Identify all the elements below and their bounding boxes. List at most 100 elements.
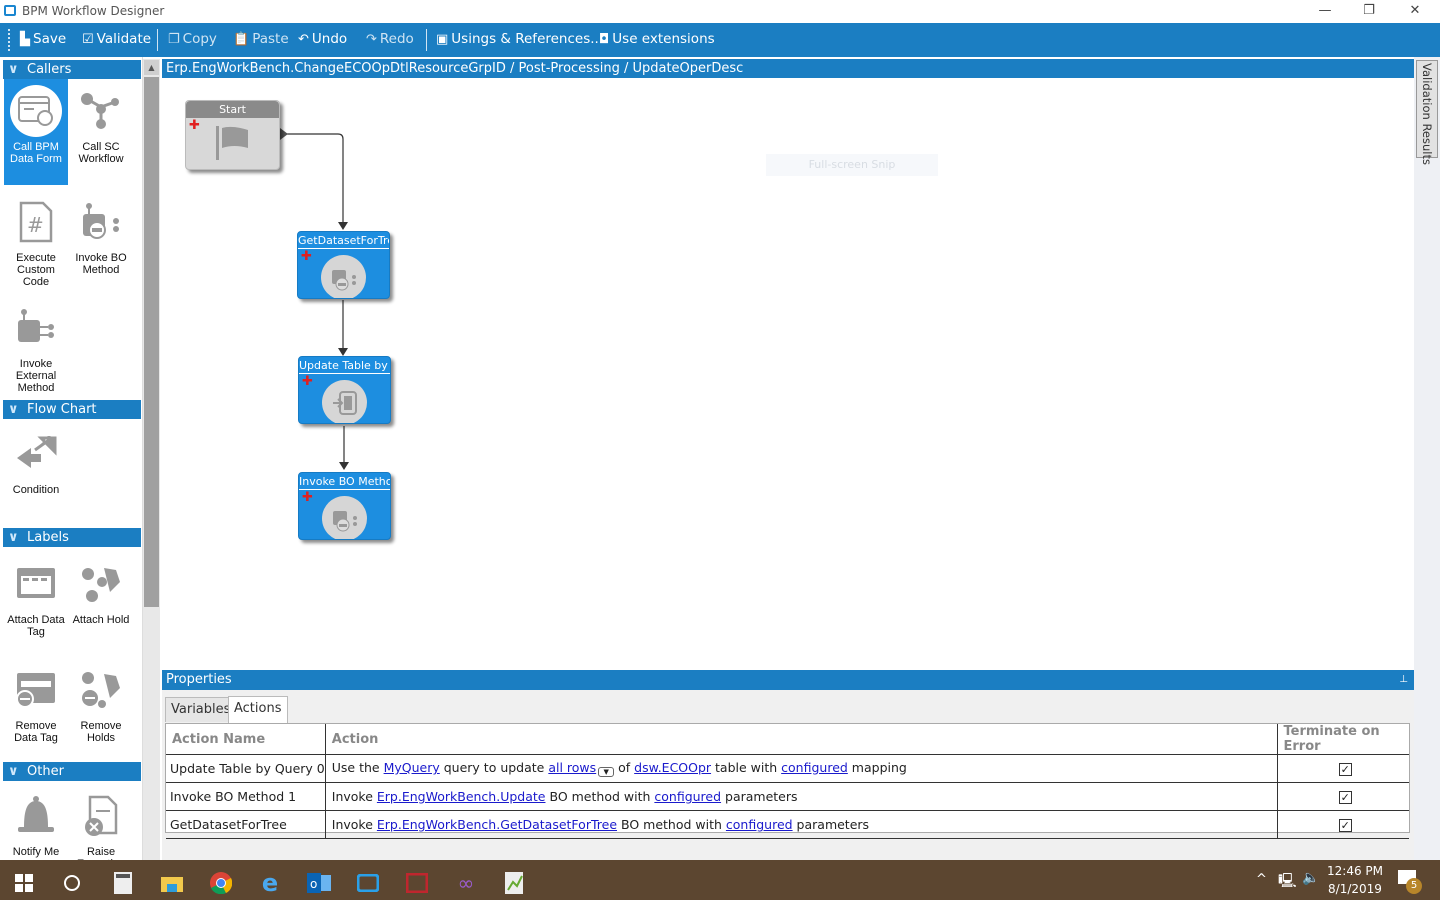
- tool-invoke-external-method[interactable]: Invoke External Method: [4, 296, 68, 394]
- action-link[interactable]: all rows: [548, 760, 596, 775]
- action-text: Invoke: [331, 789, 377, 804]
- action-description-cell: Use the MyQuery query to update all rows…: [325, 754, 1278, 783]
- toolbar-separator: [157, 29, 158, 51]
- title-bar: BPM Workflow Designer — ❐ ✕: [0, 0, 1440, 23]
- workflow-canvas[interactable]: Full-screen Snip Start ✚ GetDatasetForTr…: [162, 78, 1414, 666]
- column-action-name: Action Name: [166, 724, 326, 755]
- terminate-on-error-cell: ✓: [1277, 782, 1409, 811]
- actions-table: Action Name Action Terminate on Error Up…: [165, 723, 1410, 839]
- add-icon[interactable]: ✚: [301, 250, 312, 263]
- validate-button[interactable]: ☑ Validate: [82, 31, 151, 47]
- right-dock-strip: [1414, 57, 1440, 860]
- internet-explorer-icon[interactable]: e: [246, 866, 294, 900]
- node-update-table-by-query[interactable]: Update Table by Q ✚: [298, 356, 391, 424]
- tool-attach-hold[interactable]: Attach Hold: [69, 552, 133, 626]
- paste-button[interactable]: 📋 Paste: [233, 31, 289, 47]
- copy-icon: ❐: [168, 31, 180, 47]
- app-red-icon[interactable]: [393, 866, 441, 900]
- action-link[interactable]: dsw.ECOOpr: [634, 760, 711, 775]
- svg-text:o: o: [310, 877, 317, 891]
- dropdown-arrow-icon[interactable]: ▼: [598, 767, 615, 777]
- table-row[interactable]: Update Table by Query 0 Use the MyQuery q…: [166, 754, 1409, 783]
- action-link[interactable]: configured: [726, 817, 793, 832]
- scroll-up-arrow-icon[interactable]: ▲: [144, 60, 159, 75]
- toolbar: ▙ Save ☑ Validate ❐ Copy 📋 Paste ↶ Undo ↷ Redo…: [0, 23, 1440, 57]
- action-text: mapping: [847, 760, 907, 775]
- minimize-button[interactable]: —: [1302, 0, 1348, 23]
- tab-actions[interactable]: Actions: [228, 696, 288, 723]
- add-icon[interactable]: ✚: [302, 491, 313, 504]
- tool-call-bpm-data-form[interactable]: Call BPM Data Form: [4, 79, 68, 185]
- action-link[interactable]: configured: [654, 789, 721, 804]
- tool-call-sc-workflow[interactable]: Call SC Workflow: [69, 79, 133, 165]
- redo-button[interactable]: ↷ Redo: [366, 31, 414, 47]
- table-header-row: Action Name Action Terminate on Error: [166, 724, 1409, 755]
- undo-button[interactable]: ↶ Undo: [298, 31, 347, 47]
- action-link[interactable]: Erp.EngWorkBench.Update: [377, 789, 546, 804]
- add-icon[interactable]: ✚: [302, 375, 313, 388]
- tool-attach-data-tag[interactable]: Attach Data Tag: [4, 552, 68, 638]
- action-text: Invoke: [331, 817, 377, 832]
- restore-button[interactable]: ❐: [1346, 0, 1392, 23]
- action-text: parameters: [792, 817, 870, 832]
- hold-tag-icon: [75, 558, 127, 610]
- data-form-icon: [10, 85, 62, 137]
- tool-raise-exception[interactable]: Raise Exception: [69, 784, 133, 860]
- app-window-icon[interactable]: [344, 866, 392, 900]
- tool-remove-holds[interactable]: Remove Holds: [69, 658, 133, 744]
- terminate-on-error-cell: ✓: [1277, 810, 1409, 839]
- table-row[interactable]: Invoke BO Method 1 Invoke Erp.EngWorkBenc…: [166, 782, 1409, 811]
- data-tag-icon: [10, 558, 62, 610]
- tool-condition[interactable]: Condition: [4, 422, 68, 496]
- section-other[interactable]: ∨ Other: [3, 762, 141, 781]
- file-explorer-icon[interactable]: [148, 866, 196, 900]
- search-cortana-icon[interactable]: [48, 866, 96, 900]
- tool-execute-custom-code[interactable]: # Execute Custom Code: [4, 190, 68, 288]
- save-button[interactable]: ▙ Save: [20, 31, 66, 47]
- update-table-icon: [322, 380, 367, 423]
- notepad-plus-icon[interactable]: [491, 866, 539, 900]
- terminate-on-error-checkbox[interactable]: ✓: [1338, 763, 1352, 776]
- outlook-icon[interactable]: o: [295, 866, 343, 900]
- copy-button[interactable]: ❐ Copy: [168, 31, 217, 47]
- section-labels[interactable]: ∨ Labels: [3, 528, 141, 547]
- references-icon: ▣: [436, 31, 449, 47]
- tool-remove-data-tag[interactable]: Remove Data Tag: [4, 658, 68, 744]
- action-link[interactable]: Erp.EngWorkBench.GetDatasetForTree: [377, 817, 617, 832]
- validate-check-icon: ☑: [82, 31, 94, 47]
- flag-icon: [216, 126, 248, 160]
- node-invoke-bo-method[interactable]: Invoke BO Method ✚: [298, 472, 391, 540]
- tab-variables[interactable]: Variables: [165, 697, 237, 722]
- tool-notify-me[interactable]: Notify Me: [4, 784, 68, 860]
- visual-studio-icon[interactable]: ∞: [442, 866, 490, 900]
- undo-icon: ↶: [298, 31, 309, 47]
- validation-results-tab[interactable]: Validation Results: [1416, 60, 1438, 165]
- calculator-icon[interactable]: [99, 866, 147, 900]
- node-start[interactable]: Start ✚: [185, 100, 280, 170]
- node-getdatasetfortree[interactable]: GetDatasetForTree ✚: [297, 231, 390, 299]
- show-hidden-icons-chevron-icon[interactable]: ^: [1256, 872, 1267, 887]
- close-button[interactable]: ✕: [1392, 0, 1438, 23]
- network-icon[interactable]: 🖳: [1278, 870, 1297, 894]
- table-row[interactable]: GetDatasetForTree Invoke Erp.EngWorkBench…: [166, 810, 1409, 839]
- terminate-on-error-checkbox[interactable]: ✓: [1338, 791, 1352, 804]
- action-link[interactable]: configured: [781, 760, 848, 775]
- usings-references-button[interactable]: ▣ Usings & References...: [436, 31, 603, 47]
- section-callers[interactable]: ∨ Callers: [3, 60, 141, 79]
- use-extensions-button[interactable]: ◘ Use extensions: [599, 31, 715, 47]
- chrome-icon[interactable]: [197, 866, 245, 900]
- clock[interactable]: 12:46 PM 8/1/2019: [1320, 862, 1390, 898]
- terminate-on-error-checkbox[interactable]: ✓: [1338, 819, 1352, 832]
- code-file-icon: #: [10, 196, 62, 248]
- action-link[interactable]: MyQuery: [384, 760, 440, 775]
- scrollbar-thumb[interactable]: [144, 77, 159, 607]
- toolbar-grip[interactable]: [8, 29, 10, 51]
- breadcrumb: Erp.EngWorkBench.ChangeECOOpDtlResourceG…: [162, 59, 1414, 78]
- volume-icon[interactable]: 🔈: [1302, 870, 1319, 886]
- section-flow-chart[interactable]: ∨ Flow Chart: [3, 400, 141, 419]
- pin-icon[interactable]: ⊥: [1399, 670, 1408, 690]
- start-windows-icon[interactable]: [0, 866, 48, 900]
- tool-invoke-bo-method[interactable]: Invoke BO Method: [69, 190, 133, 276]
- add-icon[interactable]: ✚: [189, 119, 200, 132]
- toolbox-scrollbar[interactable]: ▲: [143, 59, 160, 860]
